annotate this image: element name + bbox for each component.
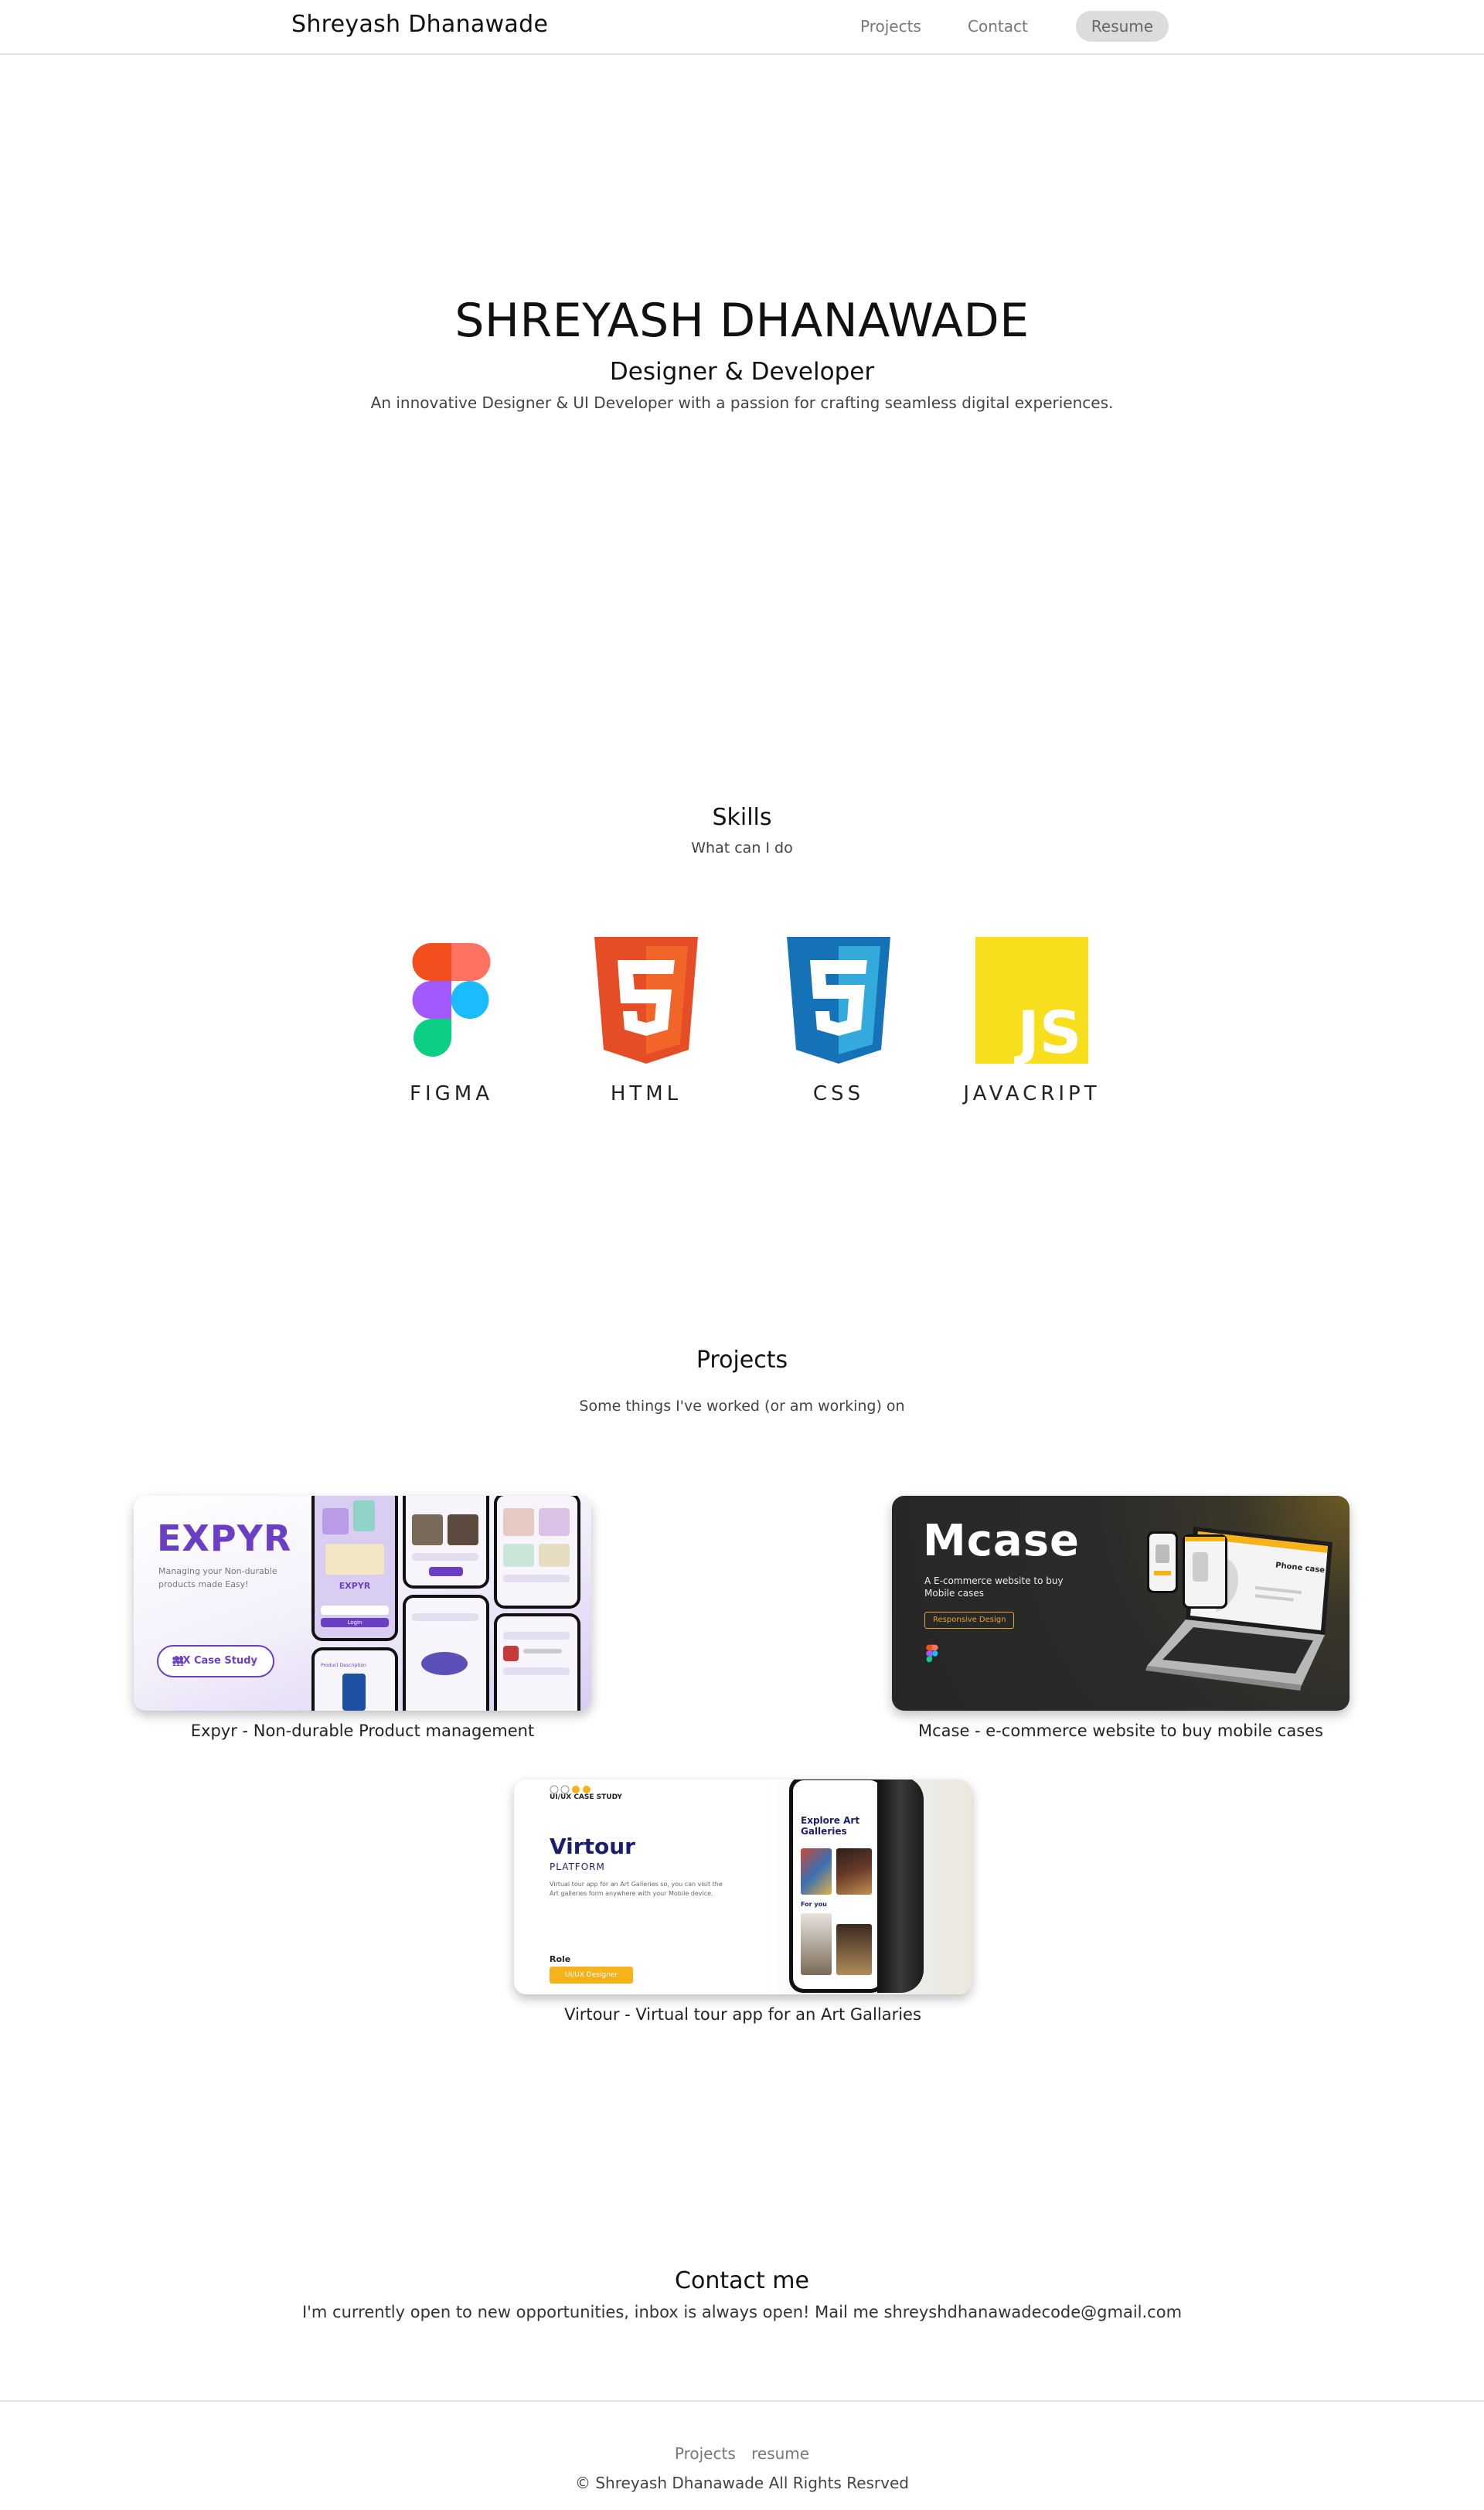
project-thumbnail-expyr[interactable]: EXPYR Managing your Non-durable products… xyxy=(134,1496,591,1711)
expyr-logo-text: EXPYR xyxy=(157,1517,292,1559)
top-navbar: Shreyash Dhanawade Projects Contact Resu… xyxy=(0,0,1484,55)
contact-title: Contact me xyxy=(675,2267,809,2294)
skill-label-css: CSS xyxy=(812,1082,865,1105)
project-thumbnail-virtour[interactable]: UI/UX CASE STUDY Virtour PLATFORM Virtua… xyxy=(514,1779,972,1994)
skill-css: CSS xyxy=(754,935,924,1105)
phone-mockup xyxy=(494,1613,580,1711)
hero-name: SHREYASH DHANAWADE xyxy=(454,294,1030,348)
javascript-icon: JS xyxy=(947,935,1117,1065)
tablet-mockup xyxy=(1183,1534,1227,1609)
contact-text: I'm currently open to new opportunities,… xyxy=(301,2303,1183,2321)
ux-case-study-button[interactable]: UX Case Study xyxy=(157,1645,274,1677)
project-thumbnail-mcase[interactable]: Mcase A E-commerce website to buy Mobile… xyxy=(892,1496,1350,1711)
figma-icon xyxy=(366,935,536,1065)
skill-label-javascript: JAVACRIPT xyxy=(963,1082,1101,1105)
virtour-platform: PLATFORM xyxy=(550,1861,605,1872)
projects-title: Projects xyxy=(696,1347,788,1374)
role-label: Role xyxy=(550,1954,571,1964)
footer-links: Projects resume xyxy=(0,2444,1484,2463)
projects-subtitle: Some things I've worked (or am working) … xyxy=(579,1398,905,1415)
skills-title: Skills xyxy=(712,804,772,831)
css3-icon xyxy=(754,935,924,1065)
virtour-logo-text: Virtour xyxy=(550,1834,635,1859)
nav-link-contact[interactable]: Contact xyxy=(968,17,1028,36)
case-study-kicker: UI/UX CASE STUDY xyxy=(550,1793,622,1801)
phone-mockup xyxy=(403,1595,489,1711)
project-card-mcase[interactable]: Mcase A E-commerce website to buy Mobile… xyxy=(892,1496,1350,1740)
hero-description: An innovative Designer & UI Developer wi… xyxy=(370,393,1114,412)
footer-divider xyxy=(0,2400,1484,2402)
project-caption-virtour: Virtour - Virtual tour app for an Art Ga… xyxy=(564,2005,921,2024)
copyright-text: © Shreyash Dhanawade All Rights Resrved xyxy=(575,2474,909,2492)
project-caption-expyr: Expyr - Non-durable Product management xyxy=(190,1722,535,1740)
project-caption-mcase: Mcase - e-commerce website to buy mobile… xyxy=(917,1722,1323,1740)
resume-button[interactable]: Resume xyxy=(1076,11,1169,42)
phone-back-mockup xyxy=(877,1779,924,1993)
skill-label-html: HTML xyxy=(610,1082,682,1105)
grid-dots-icon xyxy=(172,1657,183,1666)
virtour-description: Virtual tour app for an Art Galleries so… xyxy=(550,1881,723,1898)
expyr-tagline: Managing your Non-durable products made … xyxy=(158,1566,277,1589)
mcase-logo-text: Mcase xyxy=(923,1516,1081,1566)
responsive-design-chip: Responsive Design xyxy=(924,1612,1015,1629)
skill-label-figma: FIGMA xyxy=(410,1082,493,1105)
phone-mockup xyxy=(1147,1531,1178,1593)
figma-icon xyxy=(926,1644,938,1666)
brand-name[interactable]: Shreyash Dhanawade xyxy=(291,11,548,38)
phone-mockup xyxy=(494,1496,580,1609)
skill-html: HTML xyxy=(561,935,731,1105)
phone-mockup: Explore Art Galleries For you xyxy=(789,1779,885,1993)
skill-figma: FIGMA xyxy=(366,935,536,1105)
phone-mockup xyxy=(403,1496,489,1589)
skills-subtitle: What can I do xyxy=(691,840,793,857)
footer-link-resume[interactable]: resume xyxy=(751,2444,809,2463)
mcase-subtitle: A E-commerce website to buy Mobile cases xyxy=(924,1575,1064,1599)
laptop-mockup: Phone case xyxy=(1139,1511,1340,1697)
html5-icon xyxy=(561,935,731,1065)
project-card-expyr[interactable]: EXPYR Managing your Non-durable products… xyxy=(134,1496,591,1740)
project-card-virtour[interactable]: UI/UX CASE STUDY Virtour PLATFORM Virtua… xyxy=(514,1779,972,2024)
phone-mockup: Product Description xyxy=(311,1647,398,1711)
footer-link-projects[interactable]: Projects xyxy=(675,2444,736,2463)
phone-mockup: EXPYR Login xyxy=(311,1496,398,1641)
nav-link-projects[interactable]: Projects xyxy=(860,17,921,36)
role-chip: UI/UX Designer xyxy=(550,1967,633,1984)
hero-role: Designer & Developer xyxy=(609,358,875,386)
skill-javascript: JS JAVACRIPT xyxy=(947,935,1117,1105)
svg-text:JS: JS xyxy=(1013,998,1081,1064)
